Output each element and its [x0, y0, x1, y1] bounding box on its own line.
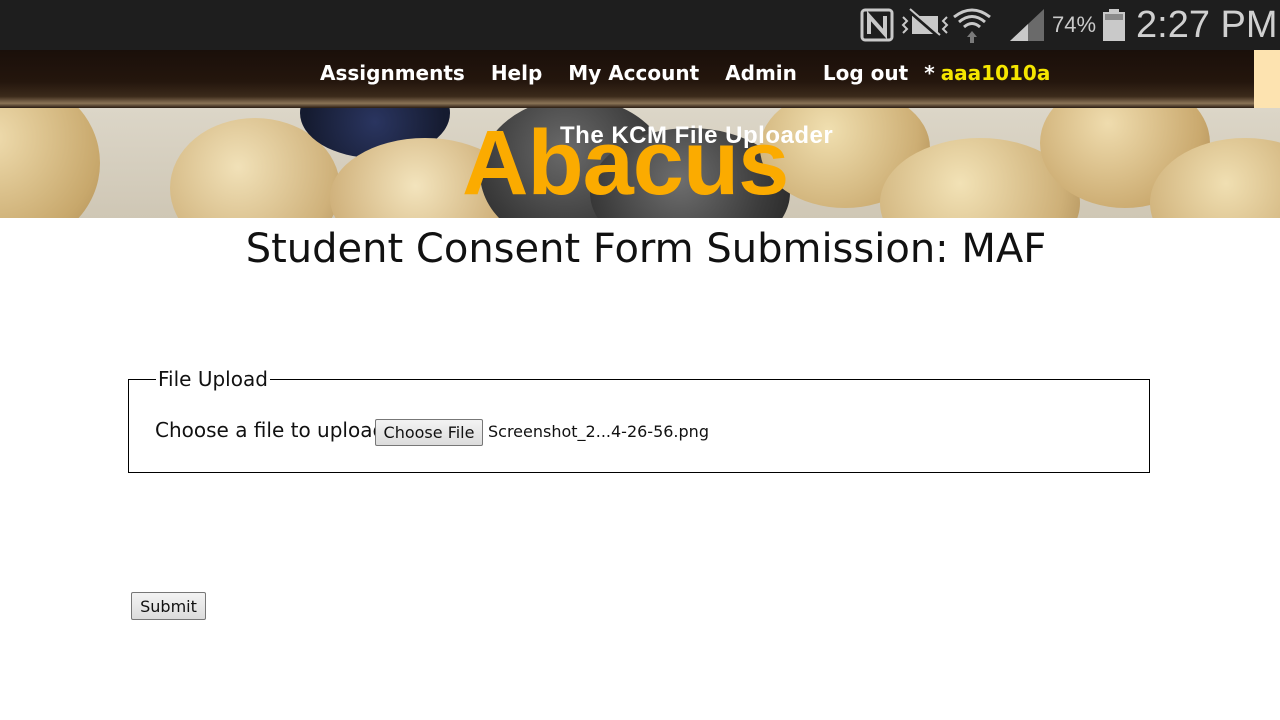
- choose-file-button[interactable]: Choose File: [375, 419, 483, 446]
- bead-image: [0, 108, 100, 218]
- nav-link-admin[interactable]: Admin: [725, 61, 797, 85]
- user-marker: *: [924, 61, 935, 85]
- nav-link-my-account[interactable]: My Account: [568, 61, 699, 85]
- selected-file-name: Screenshot_2...4-26-56.png: [488, 422, 709, 441]
- username: aaa1010a: [940, 61, 1051, 85]
- battery-percent: 74%: [1052, 12, 1097, 37]
- battery-icon: [1102, 0, 1126, 50]
- file-upload-legend: File Upload: [158, 367, 268, 391]
- status-bar: 74% 2:27 PM: [0, 0, 1280, 50]
- signal-icon: [1008, 0, 1046, 50]
- clock: 2:27 PM: [1136, 4, 1278, 46]
- nav-link-help[interactable]: Help: [491, 61, 542, 85]
- submit-button[interactable]: Submit: [131, 592, 206, 620]
- nav-bar-edge: [1254, 50, 1280, 108]
- wifi-icon: [952, 0, 992, 50]
- nav-link-log-out[interactable]: Log out: [823, 61, 908, 85]
- main-nav: Assignments Help My Account Admin Log ou…: [320, 58, 1050, 88]
- page-title: Student Consent Form Submission: MAF: [245, 226, 1047, 272]
- choose-file-label: Choose a file to upload:: [155, 418, 392, 442]
- banner-title: Abacus: [462, 112, 789, 214]
- nfc-icon: [860, 0, 894, 50]
- vibrate-mute-icon: [900, 0, 950, 50]
- nav-link-assignments[interactable]: Assignments: [320, 61, 465, 85]
